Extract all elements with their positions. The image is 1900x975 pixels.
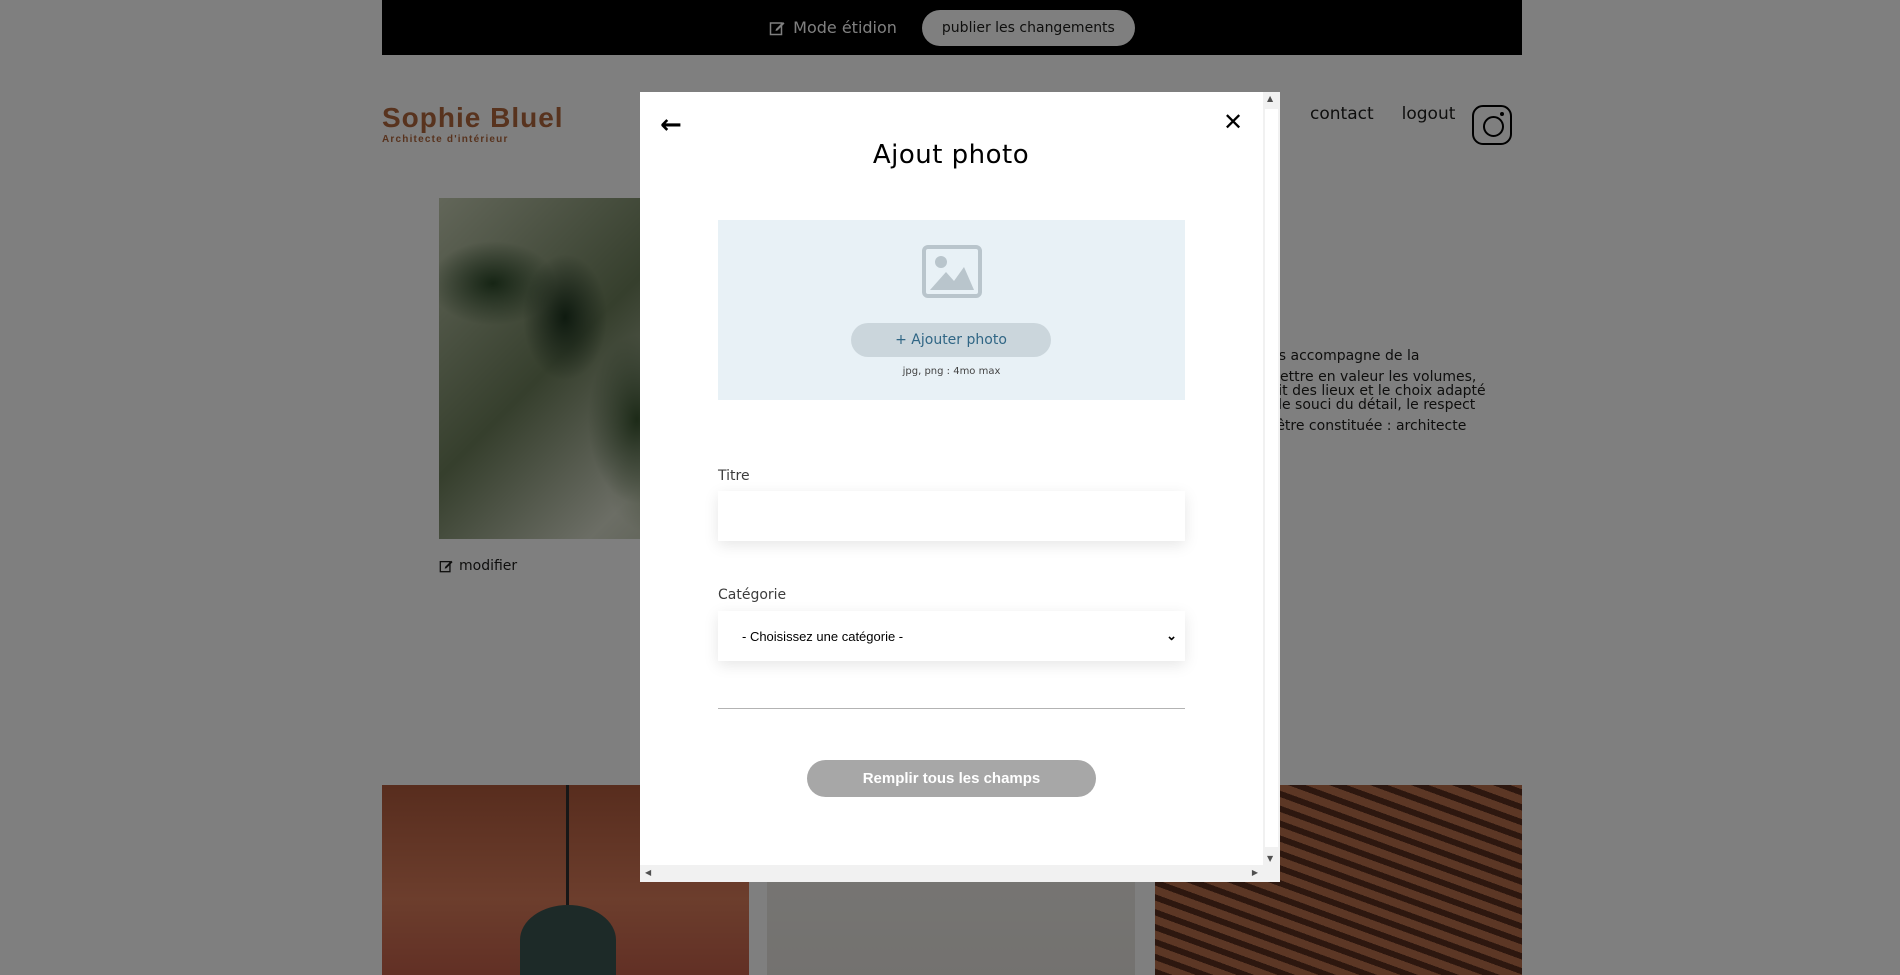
category-label: Catégorie	[718, 587, 787, 603]
image-placeholder-icon	[922, 245, 982, 298]
title-label: Titre	[718, 468, 750, 484]
scrollbar-thumb[interactable]	[1265, 109, 1278, 847]
scroll-down-icon[interactable]: ▼	[1267, 854, 1273, 863]
category-selected-value: - Choisissez une catégorie -	[742, 628, 904, 644]
scroll-right-icon[interactable]: ▶	[1252, 868, 1258, 877]
submit-button[interactable]: Remplir tous les champs	[807, 760, 1096, 797]
photo-upload-zone[interactable]: + Ajouter photo jpg, png : 4mo max	[718, 220, 1185, 400]
vertical-scrollbar[interactable]: ▲ ▼	[1263, 92, 1280, 865]
upload-hint: jpg, png : 4mo max	[902, 366, 1001, 377]
back-arrow-icon[interactable]: ←	[660, 112, 688, 140]
title-input[interactable]	[718, 491, 1185, 541]
modal-title: Ajout photo	[872, 140, 1030, 170]
scroll-up-icon[interactable]: ▲	[1267, 94, 1273, 103]
close-icon[interactable]: ✕	[1221, 110, 1245, 134]
horizontal-scrollbar[interactable]: ◀ ▶	[640, 865, 1280, 882]
add-photo-button[interactable]: + Ajouter photo	[851, 323, 1051, 357]
form-divider	[718, 708, 1185, 709]
category-select[interactable]: - Choisissez une catégorie - ⌄	[718, 611, 1185, 661]
scroll-left-icon[interactable]: ◀	[645, 868, 651, 877]
add-photo-modal: ← ✕ Ajout photo + Ajouter photo jpg, png…	[640, 92, 1280, 882]
chevron-down-icon: ⌄	[1166, 628, 1177, 643]
